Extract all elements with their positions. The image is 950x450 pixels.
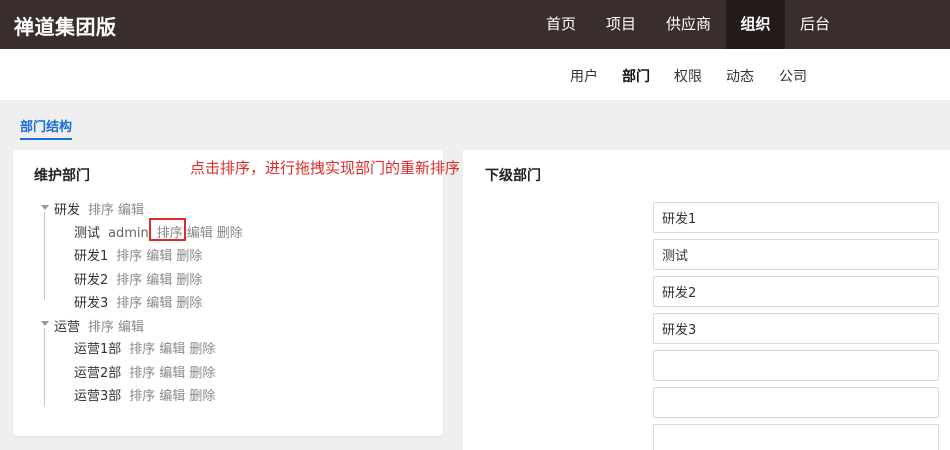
- child-departments-panel: 下级部门: [463, 150, 950, 450]
- tree-child-row: 运营1部 排序 编辑 删除: [74, 338, 219, 357]
- subnav-company[interactable]: 公司: [779, 66, 807, 86]
- dept-name: 研发3: [74, 296, 109, 311]
- child-dept-input[interactable]: [653, 239, 939, 270]
- edit-link[interactable]: 编辑: [118, 320, 144, 335]
- sort-link[interactable]: 排序: [129, 366, 155, 381]
- tree-connector: [44, 212, 45, 300]
- delete-link[interactable]: 删除: [189, 389, 215, 404]
- delete-link[interactable]: 删除: [217, 226, 243, 241]
- maintain-departments-panel: 维护部门 研发 排序 编辑 测试 admin 排序 编辑 删除 研发1 排序 编辑 删除 研发2 排…: [13, 150, 443, 436]
- annotation-note: 点击排序，进行拖拽实现部门的重新排序: [190, 159, 461, 177]
- dept-name: 测试: [74, 226, 101, 241]
- delete-link[interactable]: 删除: [176, 296, 202, 311]
- subnav-users[interactable]: 用户: [570, 66, 598, 86]
- tab-department-structure[interactable]: 部门结构: [20, 116, 73, 140]
- subnav-departments[interactable]: 部门: [622, 66, 650, 86]
- sort-link[interactable]: 排序: [116, 296, 142, 311]
- edit-link[interactable]: 编辑: [146, 249, 172, 264]
- delete-link[interactable]: 删除: [176, 249, 202, 264]
- tree-group-row: 研发 排序 编辑: [54, 199, 148, 218]
- top-header: 禅道集团版 首页 项目 供应商 组织 后台: [0, 0, 950, 49]
- dept-name: 运营3部: [74, 389, 122, 404]
- child-dept-input[interactable]: [653, 387, 939, 418]
- delete-link[interactable]: 删除: [176, 273, 202, 288]
- tree-connector: [44, 328, 45, 406]
- sort-link[interactable]: 排序: [88, 320, 114, 335]
- caret-down-icon[interactable]: [41, 205, 49, 210]
- tree-child-row: 运营2部 排序 编辑 删除: [74, 362, 219, 381]
- caret-down-icon[interactable]: [41, 321, 49, 326]
- child-dept-input[interactable]: [653, 202, 939, 233]
- nav-project[interactable]: 项目: [591, 0, 651, 49]
- edit-link[interactable]: 编辑: [159, 342, 185, 357]
- sub-nav: 用户 部门 权限 动态 公司: [0, 49, 950, 100]
- tree-group-row: 运营 排序 编辑: [54, 316, 148, 335]
- edit-link[interactable]: 编辑: [146, 296, 172, 311]
- dept-name: 研发: [54, 203, 81, 218]
- nav-supplier[interactable]: 供应商: [651, 0, 726, 49]
- tree-child-row: 研发1 排序 编辑 删除: [74, 245, 206, 264]
- brand-title: 禅道集团版: [14, 15, 117, 39]
- nav-admin[interactable]: 后台: [785, 0, 845, 49]
- edit-link[interactable]: 编辑: [146, 273, 172, 288]
- nav-home[interactable]: 首页: [531, 0, 591, 49]
- child-dept-input[interactable]: [653, 313, 939, 344]
- delete-link[interactable]: 删除: [189, 366, 215, 381]
- edit-link[interactable]: 编辑: [118, 203, 144, 218]
- tree-child-row: 研发2 排序 编辑 删除: [74, 269, 206, 288]
- dept-name: 研发2: [74, 273, 109, 288]
- delete-link[interactable]: 删除: [189, 342, 215, 357]
- subnav-permissions[interactable]: 权限: [674, 66, 702, 86]
- sort-link[interactable]: 排序: [116, 249, 142, 264]
- sort-link[interactable]: 排序: [129, 389, 155, 404]
- panel-title: 维护部门: [34, 168, 90, 184]
- tree-child-row: 运营3部 排序 编辑 删除: [74, 385, 219, 404]
- child-dept-input[interactable]: [653, 424, 939, 450]
- edit-link[interactable]: 编辑: [159, 366, 185, 381]
- subnav-activity[interactable]: 动态: [726, 66, 754, 86]
- edit-link[interactable]: 编辑: [187, 226, 213, 241]
- nav-organization[interactable]: 组织: [726, 0, 785, 49]
- child-dept-input[interactable]: [653, 276, 939, 307]
- sort-link[interactable]: 排序: [88, 203, 114, 218]
- dept-name: 运营1部: [74, 342, 122, 357]
- dept-name: 研发1: [74, 249, 109, 264]
- sort-link[interactable]: 排序: [129, 342, 155, 357]
- dept-name: 运营2部: [74, 366, 122, 381]
- child-dept-input[interactable]: [653, 350, 939, 381]
- dept-name: 运营: [54, 320, 81, 335]
- tree-child-row: 研发3 排序 编辑 删除: [74, 292, 206, 311]
- sort-link[interactable]: 排序: [116, 273, 142, 288]
- edit-link[interactable]: 编辑: [159, 389, 185, 404]
- sort-highlight-box: [149, 218, 186, 241]
- dept-manager: admin: [108, 226, 149, 241]
- panel-title: 下级部门: [485, 168, 541, 184]
